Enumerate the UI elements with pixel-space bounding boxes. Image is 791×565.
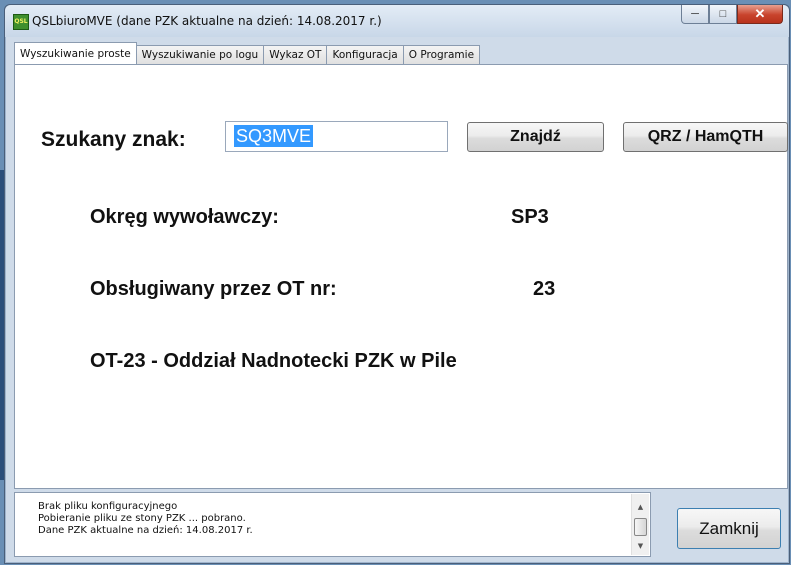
- tab-konfiguracja[interactable]: Konfiguracja: [326, 45, 404, 64]
- district-label: Okręg wywoławczy:: [90, 206, 279, 228]
- maximize-button[interactable]: □: [709, 5, 737, 24]
- district-value: SP3: [511, 206, 549, 228]
- tab-wykaz-ot[interactable]: Wykaz OT: [263, 45, 328, 64]
- status-log[interactable]: Brak pliku konfiguracyjnego Pobieranie p…: [14, 492, 651, 557]
- log-line: Dane PZK aktualne na dzień: 14.08.2017 r…: [38, 525, 253, 536]
- app-window: QSL QSLbiuroMVE (dane PZK aktualne na dz…: [4, 4, 790, 564]
- tab-wyszukiwanie-proste[interactable]: Wyszukiwanie proste: [14, 42, 137, 64]
- tab-panel: Szukany znak: SQ3MVE Znajdź QRZ / HamQTH…: [14, 64, 788, 489]
- ot-number-value: 23: [533, 278, 556, 300]
- title-bar[interactable]: QSL QSLbiuroMVE (dane PZK aktualne na dz…: [5, 5, 789, 37]
- minimize-button[interactable]: ─: [681, 5, 709, 24]
- find-button[interactable]: Znajdź: [467, 122, 604, 152]
- scroll-thumb[interactable]: [634, 518, 647, 536]
- tab-wyszukiwanie-po-logu[interactable]: Wyszukiwanie po logu: [135, 45, 265, 64]
- qrz-hamqth-button[interactable]: QRZ / HamQTH: [623, 122, 788, 152]
- log-scrollbar[interactable]: ▲ ▼: [631, 494, 649, 555]
- tab-o-programie[interactable]: O Programie: [402, 45, 481, 64]
- ot-number-label: Obsługiwany przez OT nr:: [90, 278, 337, 300]
- zamknij-button[interactable]: Zamknij: [677, 508, 781, 549]
- callsign-input[interactable]: SQ3MVE: [225, 121, 448, 152]
- scroll-up-icon[interactable]: ▲: [632, 500, 649, 514]
- scroll-down-icon[interactable]: ▼: [632, 539, 649, 553]
- app-icon: QSL: [13, 14, 29, 30]
- tab-strip: Wyszukiwanie proste Wyszukiwanie po logu…: [14, 42, 481, 64]
- callsign-value: SQ3MVE: [234, 125, 314, 147]
- ot-name: OT-23 - Oddział Nadnotecki PZK w Pile: [90, 350, 457, 372]
- search-label: Szukany znak:: [41, 128, 186, 151]
- close-window-button[interactable]: ✕: [737, 5, 783, 24]
- log-line: Brak pliku konfiguracyjnego: [38, 501, 178, 512]
- window-title: QSLbiuroMVE (dane PZK aktualne na dzień:…: [32, 14, 382, 28]
- log-line: Pobieranie pliku ze stony PZK ... pobran…: [38, 513, 246, 524]
- window-controls: ─ □ ✕: [681, 5, 783, 25]
